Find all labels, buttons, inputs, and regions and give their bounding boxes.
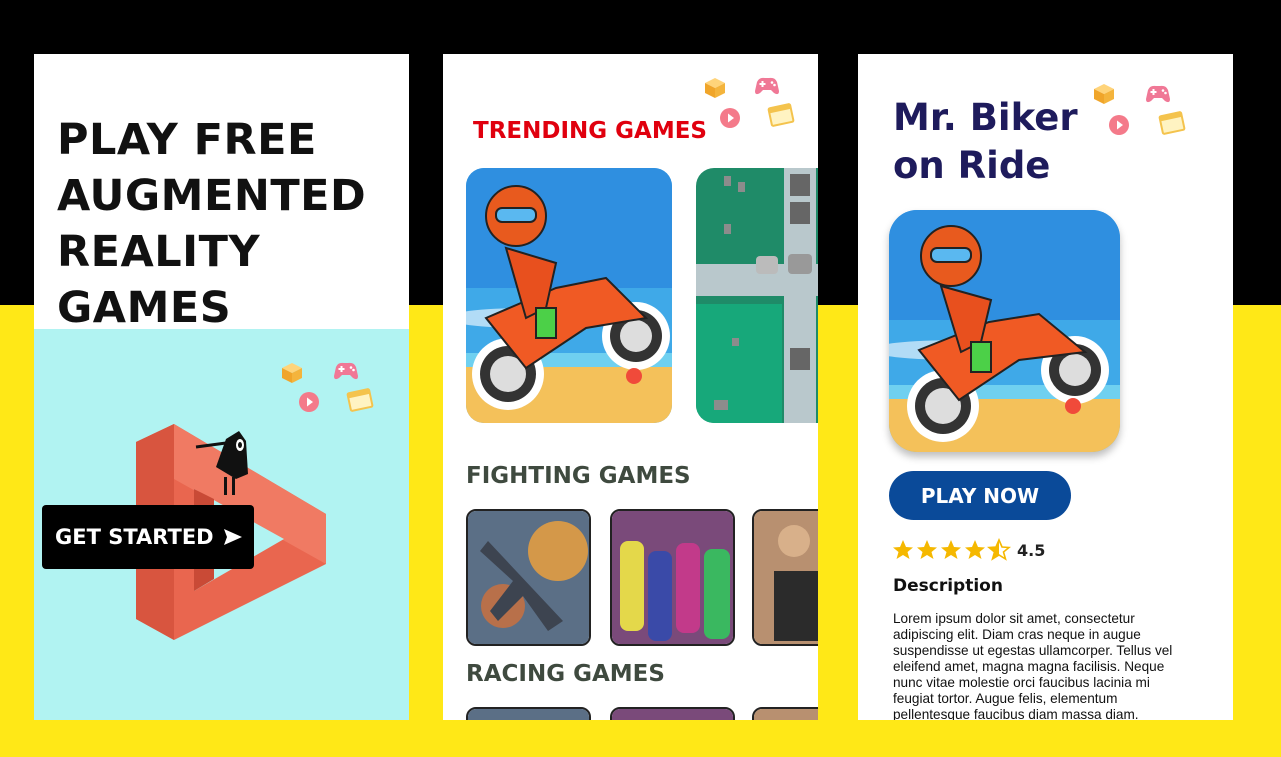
racing-card-2[interactable]: [610, 707, 735, 720]
trending-games-title: TRENDING GAMES: [473, 118, 707, 144]
get-started-label: GET STARTED: [55, 525, 214, 549]
bike-game-cover: [889, 210, 1120, 452]
jet-game-thumbnail: [468, 511, 589, 644]
decorative-icons: [701, 74, 801, 144]
racing-card-3[interactable]: [752, 707, 818, 720]
description-text: Lorem ipsum dolor sit amet, consectetur …: [893, 611, 1173, 720]
star-icon: [965, 540, 985, 559]
racing-games-title: RACING GAMES: [466, 661, 665, 687]
star-icon: [917, 540, 937, 559]
play-now-button[interactable]: PLAY NOW: [889, 471, 1071, 520]
fighting-games-title: FIGHTING GAMES: [466, 463, 691, 489]
star-icon: [941, 540, 961, 559]
game-title: Mr. Biker on Ride: [893, 94, 1078, 190]
game-detail-screen: Mr. Biker on Ride PLAY NOW 4.5 Descripti…: [858, 54, 1233, 720]
half-star-icon: [987, 538, 1011, 561]
racing-card-1[interactable]: [466, 707, 591, 720]
decorative-icons: [1092, 82, 1192, 152]
description-heading: Description: [893, 576, 1003, 596]
play-icon: [1109, 115, 1129, 135]
game-title-line1: Mr. Biker: [893, 96, 1078, 139]
dungeon-game-thumbnail: [696, 168, 818, 423]
game-cover: [889, 210, 1120, 452]
game-title-line2: on Ride: [893, 144, 1051, 187]
rating-value: 4.5: [1017, 540, 1046, 560]
play-icon: [299, 392, 319, 412]
get-started-button[interactable]: GET STARTED: [42, 505, 254, 569]
cube-icon: [705, 78, 725, 98]
racing-thumbnail-1: [468, 709, 589, 720]
cube-icon: [1094, 84, 1114, 104]
trending-card-bike[interactable]: [466, 168, 672, 423]
star-icon: [893, 540, 913, 559]
window-icon: [1158, 111, 1186, 135]
gamepad-icon: [755, 77, 779, 95]
gamepad-icon: [334, 362, 358, 380]
fighting-card-jet[interactable]: [466, 509, 591, 646]
landing-screen: PLAY FREE AUGMENTED REALITY GAMES GET ST…: [34, 54, 409, 720]
cube-icon: [282, 363, 302, 383]
fighting-card-squad[interactable]: [610, 509, 735, 646]
squad-game-thumbnail: [612, 511, 733, 644]
window-icon: [346, 388, 374, 412]
browse-screen: TRENDING GAMES FIGHTING GAMES RACING GAM…: [443, 54, 818, 720]
arrow-right-icon: [223, 529, 242, 545]
rating: 4.5: [891, 538, 1045, 562]
racing-thumbnail-3: [754, 709, 818, 720]
bike-game-thumbnail: [466, 168, 672, 423]
window-icon: [767, 103, 795, 127]
trending-card-dungeon[interactable]: [696, 168, 818, 423]
fighting-card-brawler[interactable]: [752, 509, 818, 646]
play-icon: [720, 108, 740, 128]
decorative-icons: [280, 355, 380, 425]
hero-headline: PLAY FREE AUGMENTED REALITY GAMES: [57, 115, 367, 333]
gamepad-icon: [1146, 85, 1170, 103]
brawler-game-thumbnail: [754, 511, 818, 644]
racing-thumbnail-2: [612, 709, 733, 720]
